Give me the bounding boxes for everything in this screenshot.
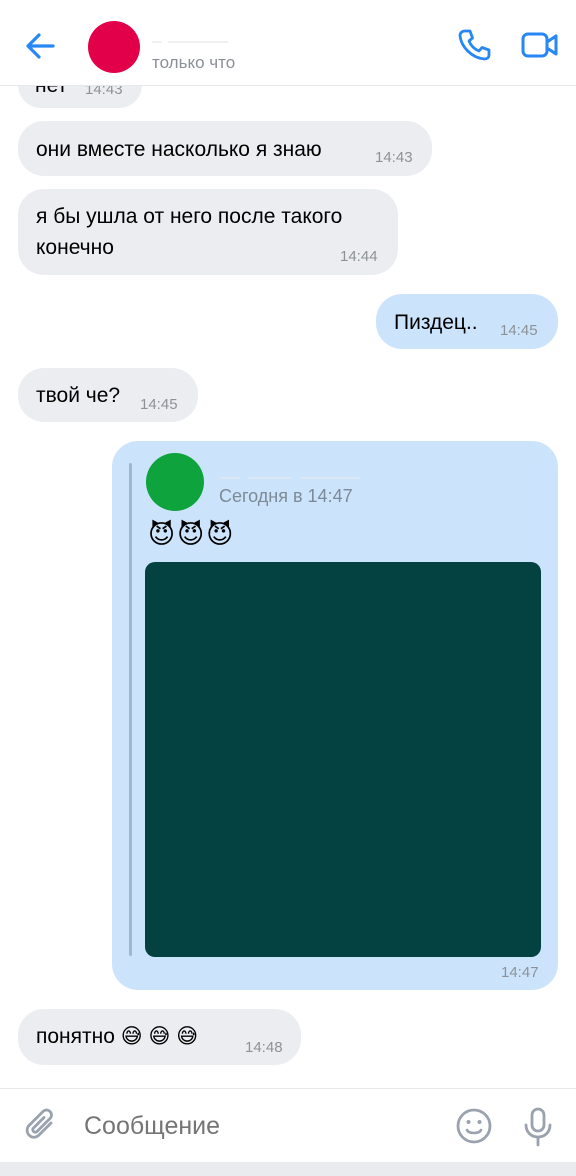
- message-composer: [0, 1088, 576, 1162]
- forward-image-attachment[interactable]: [145, 562, 541, 957]
- back-button[interactable]: [22, 28, 58, 64]
- message-bubble-incoming[interactable]: понятно 😅 😅 😅 14:48: [18, 1009, 301, 1065]
- message-time: 14:44: [340, 248, 378, 265]
- message-text: они вместе насколько я знаю: [36, 138, 322, 161]
- message-time: 14:45: [140, 396, 178, 413]
- message-time: 14:43: [375, 149, 413, 166]
- paperclip-icon: [25, 1108, 53, 1139]
- forward-author-avatar[interactable]: [146, 453, 204, 511]
- contact-status: только что: [152, 53, 236, 72]
- attach-button[interactable]: [24, 1107, 60, 1145]
- message-time: 14:48: [245, 1039, 283, 1056]
- video-call-button[interactable]: [520, 28, 560, 62]
- voice-message-button[interactable]: [520, 1106, 556, 1148]
- contact-name[interactable]: [152, 30, 262, 44]
- message-bubble-incoming[interactable]: твой че? 14:45: [18, 368, 198, 422]
- smile-icon: [456, 1108, 492, 1144]
- system-navigation-bar: [0, 1162, 576, 1176]
- forward-author-name[interactable]: [220, 466, 370, 479]
- chat-header: только что: [0, 0, 576, 86]
- forward-text: 😈😈😈: [148, 519, 236, 549]
- forward-date: Сегодня в 14:47: [219, 486, 353, 506]
- message-text: твой че?: [36, 384, 121, 407]
- emoji-button[interactable]: [454, 1106, 494, 1146]
- message-text: Пиздец..: [394, 311, 478, 334]
- contact-avatar[interactable]: [88, 21, 140, 73]
- arrow-left-icon: [26, 33, 55, 59]
- phone-icon: [458, 29, 491, 61]
- message-time: 14:47: [501, 964, 539, 981]
- message-text-line: я бы ушла от него после такого: [36, 205, 343, 228]
- microphone-icon: [524, 1107, 552, 1147]
- message-input[interactable]: [84, 1109, 424, 1143]
- message-bubble-incoming[interactable]: я бы ушла от него после такого конечно 1…: [18, 189, 398, 275]
- video-camera-icon: [521, 32, 558, 58]
- call-button[interactable]: [456, 27, 492, 63]
- message-text: понятно 😅 😅 😅: [36, 1025, 199, 1048]
- message-bubble-outgoing[interactable]: Пиздец.. 14:45: [376, 294, 558, 349]
- forward-quote-bar: [129, 463, 132, 956]
- message-bubble-incoming[interactable]: они вместе насколько я знаю 14:43: [18, 121, 432, 176]
- message-text-line: конечно: [36, 236, 114, 259]
- message-time: 14:45: [500, 322, 538, 339]
